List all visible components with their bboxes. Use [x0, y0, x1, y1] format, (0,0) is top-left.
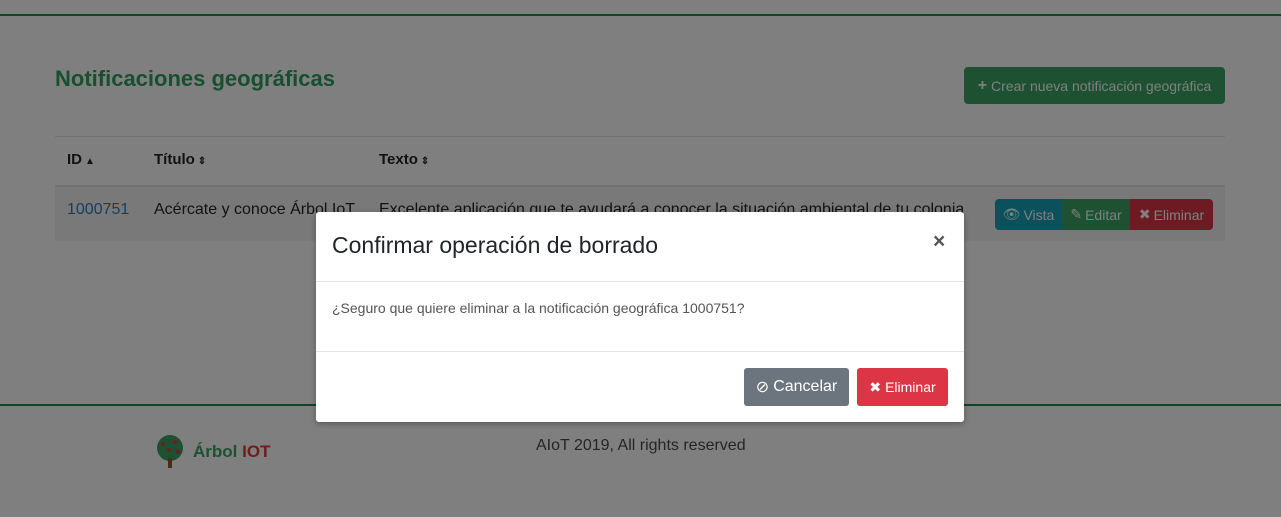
confirm-delete-label: Eliminar — [885, 379, 936, 395]
cancel-label: Cancelar — [773, 378, 838, 395]
close-icon[interactable]: × — [933, 230, 945, 254]
cancel-button[interactable]: ⊘ Cancelar — [744, 368, 849, 406]
confirm-delete-button[interactable]: ✖ Eliminar — [857, 368, 948, 406]
ban-icon: ⊘ — [755, 379, 770, 396]
modal-title: Confirmar operación de borrado — [332, 232, 659, 258]
modal-footer-divider — [316, 351, 964, 352]
modal-message: ¿Seguro que quiere eliminar a la notific… — [332, 300, 745, 316]
x-icon: ✖ — [869, 378, 882, 395]
modal-header-divider — [316, 281, 964, 282]
confirm-delete-modal: Confirmar operación de borrado × ¿Seguro… — [316, 212, 964, 422]
